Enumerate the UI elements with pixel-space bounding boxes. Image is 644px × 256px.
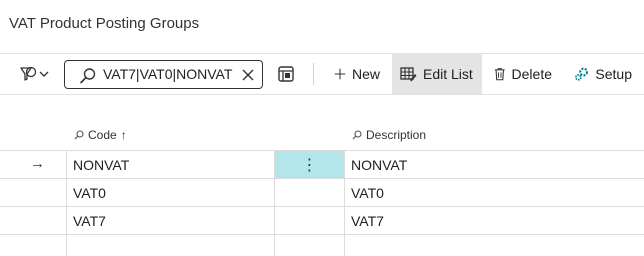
- table-row[interactable]: VAT0 VAT0: [0, 178, 644, 206]
- search-icon: [74, 130, 84, 140]
- table-row[interactable]: VAT7 VAT7: [0, 206, 644, 234]
- sort-ascending-icon: ↑: [120, 128, 127, 142]
- new-button[interactable]: New: [326, 54, 388, 94]
- column-label-description: Description: [366, 128, 427, 142]
- delete-label: Delete: [511, 66, 552, 82]
- cell-code[interactable]: VAT0: [73, 185, 106, 201]
- cell-description[interactable]: VAT0: [351, 185, 384, 201]
- row-actions-button[interactable]: ⋮: [275, 151, 344, 178]
- search-field[interactable]: [64, 60, 263, 89]
- data-analysis-icon: [278, 66, 294, 82]
- table-row-empty[interactable]: [0, 234, 644, 256]
- plus-icon: [334, 68, 346, 80]
- search-icon: [80, 68, 96, 84]
- setup-icon: [575, 67, 589, 81]
- cell-description[interactable]: NONVAT: [351, 157, 407, 173]
- column-header-code[interactable]: Code ↑: [74, 120, 127, 150]
- current-row-arrow-icon: →: [30, 155, 45, 172]
- clear-icon[interactable]: [241, 68, 255, 82]
- column-label-code: Code: [88, 128, 117, 142]
- trash-icon: [494, 68, 505, 81]
- new-label: New: [351, 66, 380, 82]
- delete-button[interactable]: Delete: [486, 54, 560, 94]
- edit-list-label: Edit List: [423, 66, 473, 82]
- search-icon: [352, 130, 362, 140]
- cell-description[interactable]: VAT7: [351, 213, 384, 229]
- cell-code[interactable]: NONVAT: [73, 157, 129, 173]
- page-title: VAT Product Posting Groups: [9, 15, 200, 32]
- analyze-button[interactable]: [273, 54, 299, 94]
- more-options-icon: ⋮: [301, 156, 318, 174]
- table-row[interactable]: → NONVAT ⋮ NONVAT: [0, 150, 644, 178]
- column-header-description[interactable]: Description: [352, 120, 426, 150]
- edit-list-icon: [400, 67, 417, 82]
- column-divider: [66, 150, 67, 256]
- setup-label: Setup: [595, 66, 632, 82]
- edit-list-button[interactable]: Edit List: [392, 54, 482, 94]
- search-input[interactable]: [103, 64, 233, 84]
- setup-button[interactable]: Setup: [566, 54, 640, 94]
- column-divider: [344, 150, 345, 256]
- cell-code[interactable]: VAT7: [73, 213, 106, 229]
- toolbar-divider: [313, 63, 314, 85]
- filter-icon: [20, 66, 49, 81]
- column-divider: [274, 150, 275, 256]
- chevron-down-icon: [39, 71, 49, 77]
- filter-pane-toggle[interactable]: [18, 54, 56, 94]
- action-bar: New Edit List Delete Setup: [0, 53, 644, 95]
